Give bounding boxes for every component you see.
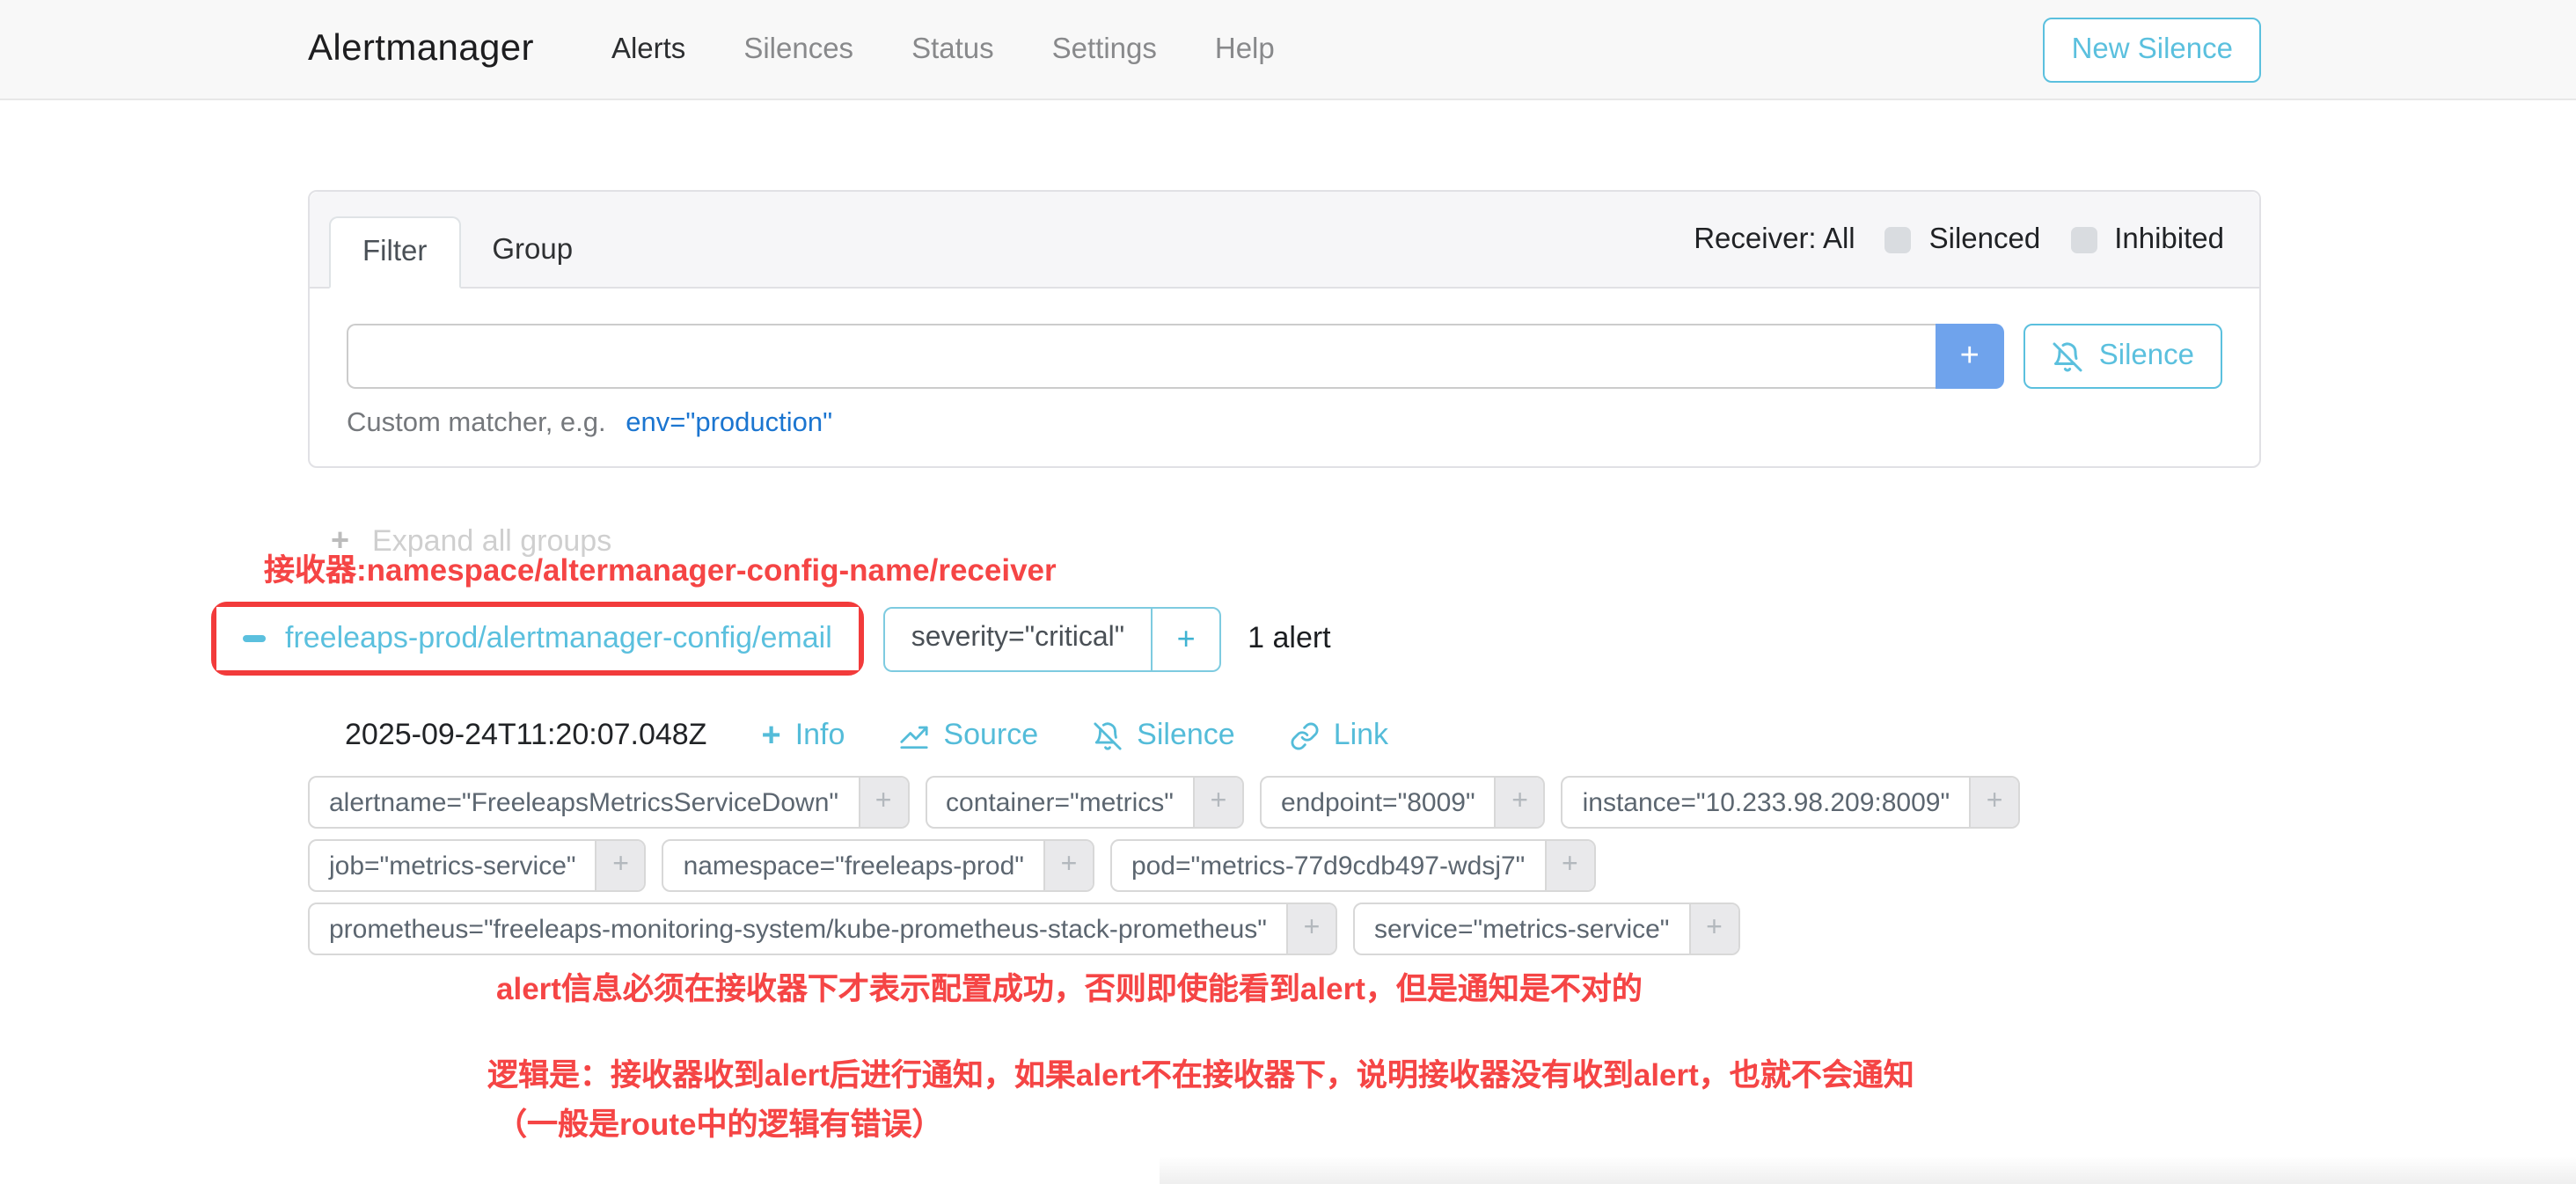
filter-card: Filter Group Receiver: All Silenced Inhi…: [308, 190, 2261, 468]
nav-item-help[interactable]: Help: [1215, 33, 1275, 66]
alert-label-chip: namespace="freeleaps-prod" +: [662, 839, 1094, 892]
alert-permalink-label: Link: [1334, 718, 1388, 753]
link-icon: [1290, 720, 1320, 750]
nav-item-status[interactable]: Status: [911, 33, 994, 66]
tab-group[interactable]: Group: [460, 216, 604, 289]
label-value[interactable]: endpoint="8009": [1262, 778, 1495, 827]
alert-label-chip: container="metrics" +: [925, 776, 1244, 829]
nav-links: Alerts Silences Status Settings Help: [611, 33, 1275, 66]
plus-icon[interactable]: +: [1043, 841, 1093, 890]
nav-item-silences[interactable]: Silences: [743, 33, 853, 66]
silenced-toggle[interactable]: Silenced: [1885, 223, 2041, 256]
matcher-row: + Silence: [347, 324, 2222, 389]
group-receiver-label: freeleaps-prod/alertmanager-config/email: [285, 621, 832, 656]
label-value[interactable]: namespace="freeleaps-prod": [664, 841, 1043, 890]
label-value[interactable]: pod="metrics-77d9cdb497-wdsj7": [1112, 841, 1544, 890]
group-matcher-label[interactable]: severity="critical": [885, 608, 1151, 669]
alert-permalink[interactable]: Link: [1290, 718, 1388, 753]
alert-label-chip: alertname="FreeleapsMetricsServiceDown" …: [308, 776, 909, 829]
hint-example-link[interactable]: env="production": [626, 408, 832, 438]
label-row: alertname="FreeleapsMetricsServiceDown" …: [308, 776, 2020, 829]
plus-icon[interactable]: +: [596, 841, 645, 890]
label-value[interactable]: service="metrics-service": [1355, 904, 1689, 954]
alert-label-chip: endpoint="8009" +: [1260, 776, 1546, 829]
navbar: Alertmanager Alerts Silences Status Sett…: [0, 0, 2576, 100]
silence-from-filter-button[interactable]: Silence: [2023, 324, 2222, 389]
logic-annotation-line1: 逻辑是：接收器收到alert后进行通知，如果alert不在接收器下，说明接收器没…: [487, 1050, 1914, 1100]
filter-tabs: Filter Group: [329, 216, 604, 289]
plus-icon[interactable]: +: [1286, 904, 1336, 954]
source-link-label: Source: [943, 718, 1038, 753]
alert-label-chip: instance="10.233.98.209:8009" +: [1562, 776, 2021, 829]
plus-icon[interactable]: +: [1495, 778, 1544, 827]
bell-slash-icon: [2052, 340, 2083, 372]
plus-icon[interactable]: +: [1193, 778, 1242, 827]
group-matcher-chip: severity="critical" +: [883, 606, 1221, 671]
nav-item-settings[interactable]: Settings: [1052, 33, 1157, 66]
nav-item-alerts[interactable]: Alerts: [611, 33, 685, 66]
matcher-input[interactable]: [347, 324, 1936, 389]
alert-labels: alertname="FreeleapsMetricsServiceDown" …: [308, 776, 2020, 955]
alert-group-row: freeleaps-prod/alertmanager-config/email…: [211, 602, 1331, 676]
logic-annotation: 逻辑是：接收器收到alert后进行通知，如果alert不在接收器下，说明接收器没…: [487, 1050, 1914, 1150]
alert-label-chip: service="metrics-service" +: [1353, 903, 1740, 955]
receiver-annotation: 接收器:namespace/altermanager-config-name/r…: [264, 547, 1057, 591]
label-value[interactable]: job="metrics-service": [310, 841, 596, 890]
plus-icon[interactable]: +: [1969, 778, 2018, 827]
silence-alert-button[interactable]: Silence: [1093, 718, 1235, 753]
add-group-matcher-button[interactable]: +: [1151, 608, 1219, 669]
plus-icon[interactable]: +: [1688, 904, 1738, 954]
alert-header: 2025-09-24T11:20:07.048Z + Info Source S…: [345, 718, 1388, 753]
alert-count: 1 alert: [1248, 621, 1331, 656]
receiver-filter-label[interactable]: Receiver: All: [1694, 223, 1855, 256]
inhibited-toggle[interactable]: Inhibited: [2070, 223, 2224, 256]
plus-icon: +: [761, 719, 780, 752]
label-value[interactable]: container="metrics": [926, 778, 1193, 827]
label-value[interactable]: alertname="FreeleapsMetricsServiceDown": [310, 778, 858, 827]
bottom-shadow: [1160, 1156, 2576, 1184]
alert-label-chip: pod="metrics-77d9cdb497-wdsj7" +: [1110, 839, 1595, 892]
plus-icon[interactable]: +: [858, 778, 907, 827]
alert-label-chip: job="metrics-service" +: [308, 839, 647, 892]
logic-annotation-line2: （一般是route中的逻辑有错误）: [487, 1100, 1914, 1151]
label-row: job="metrics-service" + namespace="freel…: [308, 839, 2020, 892]
checkbox-icon: [1885, 226, 1912, 252]
info-button[interactable]: + Info: [761, 718, 845, 753]
label-value[interactable]: instance="10.233.98.209:8009": [1563, 778, 1970, 827]
brand-link[interactable]: Alertmanager: [308, 28, 534, 70]
label-value[interactable]: prometheus="freeleaps-monitoring-system/…: [310, 904, 1286, 954]
alert-annotation: alert信息必须在接收器下才表示配置成功，否则即使能看到alert，但是通知是…: [496, 966, 1643, 1010]
inhibited-toggle-label: Inhibited: [2114, 223, 2224, 256]
info-button-label: Info: [795, 718, 845, 753]
alert-label-chip: prometheus="freeleaps-monitoring-system/…: [308, 903, 1337, 955]
silenced-toggle-label: Silenced: [1929, 223, 2041, 256]
add-matcher-button[interactable]: +: [1936, 324, 2004, 389]
tab-filter[interactable]: Filter: [329, 216, 460, 289]
filter-card-body: + Silence Custom matcher, e.g. env="prod…: [310, 289, 2259, 466]
custom-matcher-hint: Custom matcher, e.g. env="production": [347, 408, 2222, 440]
silence-alert-label: Silence: [1137, 718, 1235, 753]
source-link[interactable]: Source: [899, 718, 1038, 753]
chart-icon: [899, 720, 929, 750]
minus-icon: [243, 636, 266, 642]
filter-card-header: Filter Group Receiver: All Silenced Inhi…: [310, 192, 2259, 289]
alert-timestamp: 2025-09-24T11:20:07.048Z: [345, 718, 706, 753]
hint-text: Custom matcher, e.g.: [347, 408, 606, 438]
label-row: prometheus="freeleaps-monitoring-system/…: [308, 903, 2020, 955]
alertmanager-page: Alertmanager Alerts Silences Status Sett…: [0, 0, 2576, 1184]
filter-header-controls: Receiver: All Silenced Inhibited: [1694, 223, 2224, 256]
collapse-group-button[interactable]: freeleaps-prod/alertmanager-config/email: [216, 607, 859, 670]
annotation-highlight-box: freeleaps-prod/alertmanager-config/email: [211, 602, 864, 676]
new-silence-button[interactable]: New Silence: [2044, 17, 2261, 82]
silence-button-label: Silence: [2099, 340, 2194, 373]
plus-icon[interactable]: +: [1544, 841, 1593, 890]
checkbox-icon: [2070, 226, 2097, 252]
bell-slash-icon: [1093, 720, 1123, 750]
